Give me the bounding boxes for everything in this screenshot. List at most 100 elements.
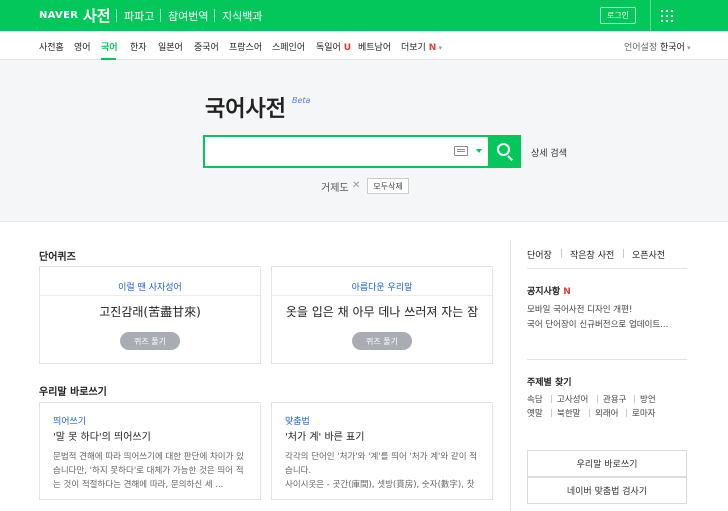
card-divider — [272, 295, 492, 296]
tag-divider — [551, 409, 552, 417]
card-divider — [40, 295, 260, 296]
nav-korean[interactable]: 국어 — [101, 40, 118, 53]
nav-vietnamese[interactable]: 베트남어 — [358, 40, 391, 53]
caret-down-icon[interactable] — [476, 149, 482, 153]
header-divider — [650, 0, 651, 31]
word-quiz-title: 단어퀴즈 — [39, 252, 76, 263]
nav-more-label: 더보기 — [401, 43, 426, 53]
dictionary-nav: 사전홈 영어 국어 한자 일본어 중국어 프랑스어 스페인어 독일어 U 베트남… — [0, 31, 728, 60]
topic-dialect[interactable]: 방언 — [640, 393, 656, 405]
notice-item[interactable]: 국어 단어장이 신규버전으로 업데이트... — [527, 318, 668, 330]
open-dictionary-link[interactable]: 오픈사전 — [632, 248, 665, 261]
participation-translation-link[interactable]: 참여번역 — [168, 8, 208, 24]
spelling-card[interactable]: 띄어쓰기 '말 못 하다'의 띄어쓰기 문법적 견해에 따라 띄어쓰기에 대한 … — [39, 402, 261, 500]
grid-icon[interactable] — [661, 10, 673, 22]
spelling-headline: '말 못 하다'의 띄어쓰기 — [53, 432, 151, 443]
search-icon-handle — [507, 155, 513, 161]
quiz-start-button[interactable]: 퀴즈 풀기 — [120, 332, 180, 350]
spell-checker-button[interactable]: 네이버 맞춤법 검사기 — [527, 477, 687, 504]
correct-korean-button[interactable]: 우리말 바로쓰기 — [527, 450, 687, 477]
spelling-body: 문법적 견해에 따라 띄어쓰기에 대한 판단에 차이가 있 습니다만, '하지 … — [53, 450, 253, 492]
chevron-down-icon: ▾ — [684, 44, 691, 52]
nav-spanish[interactable]: 스페인어 — [272, 40, 305, 53]
topic-romanization[interactable]: 로마자 — [632, 407, 655, 419]
spelling-body-line: 는 것이 적절하다는 견해에 따라, 문의하신 세 ... — [53, 480, 224, 490]
quiz-card[interactable]: 이럴 땐 사자성어 고진감래(苦盡甘來) 퀴즈 풀기 — [39, 266, 261, 364]
correct-korean-title: 우리말 바로쓰기 — [39, 387, 107, 398]
column-divider — [510, 240, 511, 511]
side-divider — [527, 359, 687, 360]
tag-divider — [626, 409, 627, 417]
spelling-body-line: 각각의 단어인 '처가'와 '계'를 띄어 '처가 계'와 같이 적 — [285, 452, 478, 462]
nav-more[interactable]: 더보기 N ▾ — [401, 40, 442, 53]
clear-all-button[interactable]: 모두삭제 — [367, 178, 409, 194]
spelling-headline: '처가 계' 바른 표기 — [285, 432, 365, 443]
spelling-card[interactable]: 맞춤법 '처가 계' 바른 표기 각각의 단어인 '처가'와 '계'를 띄어 '… — [271, 402, 493, 500]
quiz-question: 고진감래(苦盡甘來) — [99, 305, 201, 319]
topic-north-korean[interactable]: 북한말 — [557, 407, 580, 419]
spelling-body-line: 문법적 견해에 따라 띄어쓰기에 대한 판단에 차이가 있 — [53, 452, 244, 462]
quiz-question: 옷을 입은 채 아무 데나 쓰러져 자는 잠 — [285, 305, 479, 319]
tag-divider — [634, 395, 635, 403]
language-setting-label: 언어설정 — [624, 43, 658, 53]
wordbook-link[interactable]: 단어장 — [527, 248, 552, 261]
knowledge-encyclopedia-link[interactable]: 지식백과 — [222, 8, 262, 24]
search-input[interactable] — [211, 142, 441, 162]
search-box — [203, 135, 521, 168]
spelling-body-line: 습니다. — [285, 466, 312, 476]
spelling-category: 띄어쓰기 — [53, 417, 87, 427]
topic-proverb[interactable]: 속담 — [527, 393, 543, 405]
nav-english[interactable]: 영어 — [74, 40, 91, 53]
quiz-start-button[interactable]: 퀴즈 풀기 — [352, 332, 412, 350]
topic-idiom[interactable]: 고사성어 — [557, 393, 588, 405]
topic-old-word[interactable]: 옛말 — [527, 407, 543, 419]
tag-divider — [589, 409, 590, 417]
tag-divider — [551, 395, 552, 403]
nav-german[interactable]: 독일어 U — [316, 40, 351, 53]
recent-search-term[interactable]: 거제도 — [321, 179, 349, 194]
language-value: 한국어 — [660, 43, 685, 53]
notice-title[interactable]: 공지사항 N — [527, 284, 571, 297]
close-icon[interactable]: ✕ — [352, 180, 360, 191]
search-button[interactable] — [488, 135, 521, 168]
spelling-category: 맞춤법 — [285, 417, 310, 427]
tab-divider — [561, 249, 562, 258]
service-title[interactable]: 사전 — [83, 5, 111, 26]
nav-french[interactable]: 프랑스어 — [229, 40, 262, 53]
new-badge: N — [563, 287, 571, 297]
nav-german-label: 독일어 — [316, 43, 341, 53]
beta-badge: Beta — [292, 96, 311, 105]
spelling-body-line: 사이시옷은 - 곳간(庫間), 셋방(貰房), 숫자(數字), 찻 — [285, 480, 475, 490]
quiz-card[interactable]: 아름다운 우리말 옷을 입은 채 아무 데나 쓰러져 자는 잠 퀴즈 풀기 — [271, 266, 493, 364]
spelling-body-line: 습니다만, '하지 못하다'로 대체가 가능한 것은 띄어 적 — [53, 466, 244, 476]
chevron-down-icon: ▾ — [436, 44, 443, 52]
side-divider — [527, 268, 687, 269]
login-button[interactable]: 로그인 — [600, 7, 636, 24]
search-area: 국어사전 Beta 상세 검색 거제도 ✕ 모두삭제 — [0, 60, 728, 222]
keyboard-icon[interactable] — [454, 146, 468, 156]
naver-logo[interactable]: NAVER — [39, 10, 78, 21]
spelling-body: 각각의 단어인 '처가'와 '계'를 띄어 '처가 계'와 같이 적 습니다. … — [285, 450, 485, 492]
topic-search-title: 주제별 찾기 — [527, 378, 572, 388]
language-setting[interactable]: 언어설정 한국어 ▾ — [624, 40, 691, 53]
tab-divider — [623, 249, 624, 258]
quiz-category: 아름다운 우리말 — [351, 283, 413, 293]
papago-link[interactable]: 파파고 — [124, 8, 154, 24]
nav-chinese[interactable]: 중국어 — [194, 40, 219, 53]
quiz-category: 이럴 땐 사자성어 — [118, 283, 182, 293]
page-title: 국어사전 — [205, 97, 286, 122]
tag-divider — [597, 395, 598, 403]
topic-phrase[interactable]: 관용구 — [603, 393, 626, 405]
header-divider — [160, 9, 161, 22]
header-divider — [116, 9, 117, 22]
topic-loanword[interactable]: 외래어 — [595, 407, 618, 419]
nav-japanese[interactable]: 일본어 — [158, 40, 183, 53]
notice-title-label: 공지사항 — [527, 287, 561, 297]
header-divider — [214, 9, 215, 22]
nav-dictionary-home[interactable]: 사전홈 — [39, 40, 64, 53]
notice-item[interactable]: 모바일 국어사전 디자인 개편! — [527, 303, 632, 315]
mini-dictionary-link[interactable]: 작은창 사전 — [570, 248, 614, 261]
nav-hanja[interactable]: 한자 — [130, 40, 147, 53]
detailed-search-link[interactable]: 상세 검색 — [531, 146, 567, 159]
top-header: NAVER 사전 파파고 참여번역 지식백과 로그인 — [0, 0, 728, 31]
